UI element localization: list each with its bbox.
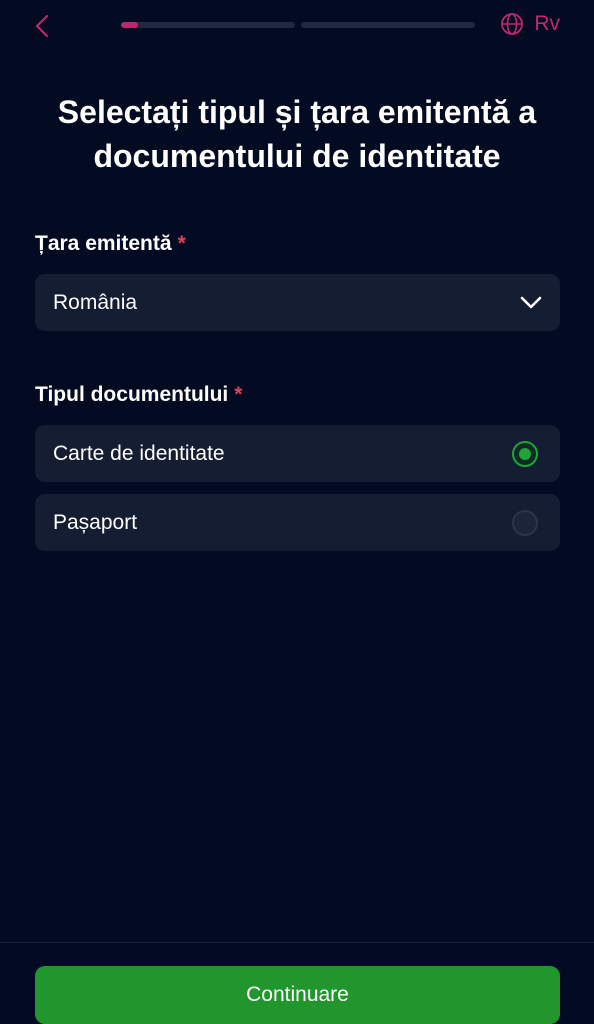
language-label: Rv <box>534 12 560 35</box>
country-field-label: Țara emitentă * <box>35 232 186 256</box>
radio-button[interactable] <box>512 509 538 536</box>
progress-step-1 <box>121 22 295 28</box>
top-bar: Rv <box>0 0 594 52</box>
required-mark: * <box>177 232 186 255</box>
country-select[interactable]: România <box>35 274 560 331</box>
radio-button[interactable] <box>512 440 538 467</box>
chevron-down-icon <box>520 296 542 308</box>
option-passport[interactable]: Pașaport <box>35 494 560 551</box>
back-button[interactable] <box>28 10 56 42</box>
country-label-text: Țara emitentă <box>35 232 172 255</box>
footer-divider <box>0 942 594 943</box>
globe-icon <box>501 13 524 35</box>
country-select-value: România <box>53 290 138 314</box>
document-type-label-text: Tipul documentului <box>35 383 229 406</box>
page-title: Selectați tipul și țara emitentă a docum… <box>57 94 537 174</box>
option-identity-card[interactable]: Carte de identitate <box>35 425 560 482</box>
progress-indicator <box>121 22 475 28</box>
language-selector[interactable]: Rv <box>500 12 560 36</box>
document-type-field-label: Tipul documentului * <box>35 383 242 407</box>
progress-step-1-fill <box>121 22 139 28</box>
continue-button[interactable]: Continuare <box>35 966 560 1024</box>
option-label: Carte de identitate <box>53 441 225 465</box>
document-selection-screen: Rv Selectați tipul și țara emitentă a do… <box>0 0 594 1024</box>
chevron-left-icon <box>35 14 49 38</box>
required-mark: * <box>234 383 243 406</box>
progress-step-2 <box>301 22 475 28</box>
option-label: Pașaport <box>53 510 138 534</box>
